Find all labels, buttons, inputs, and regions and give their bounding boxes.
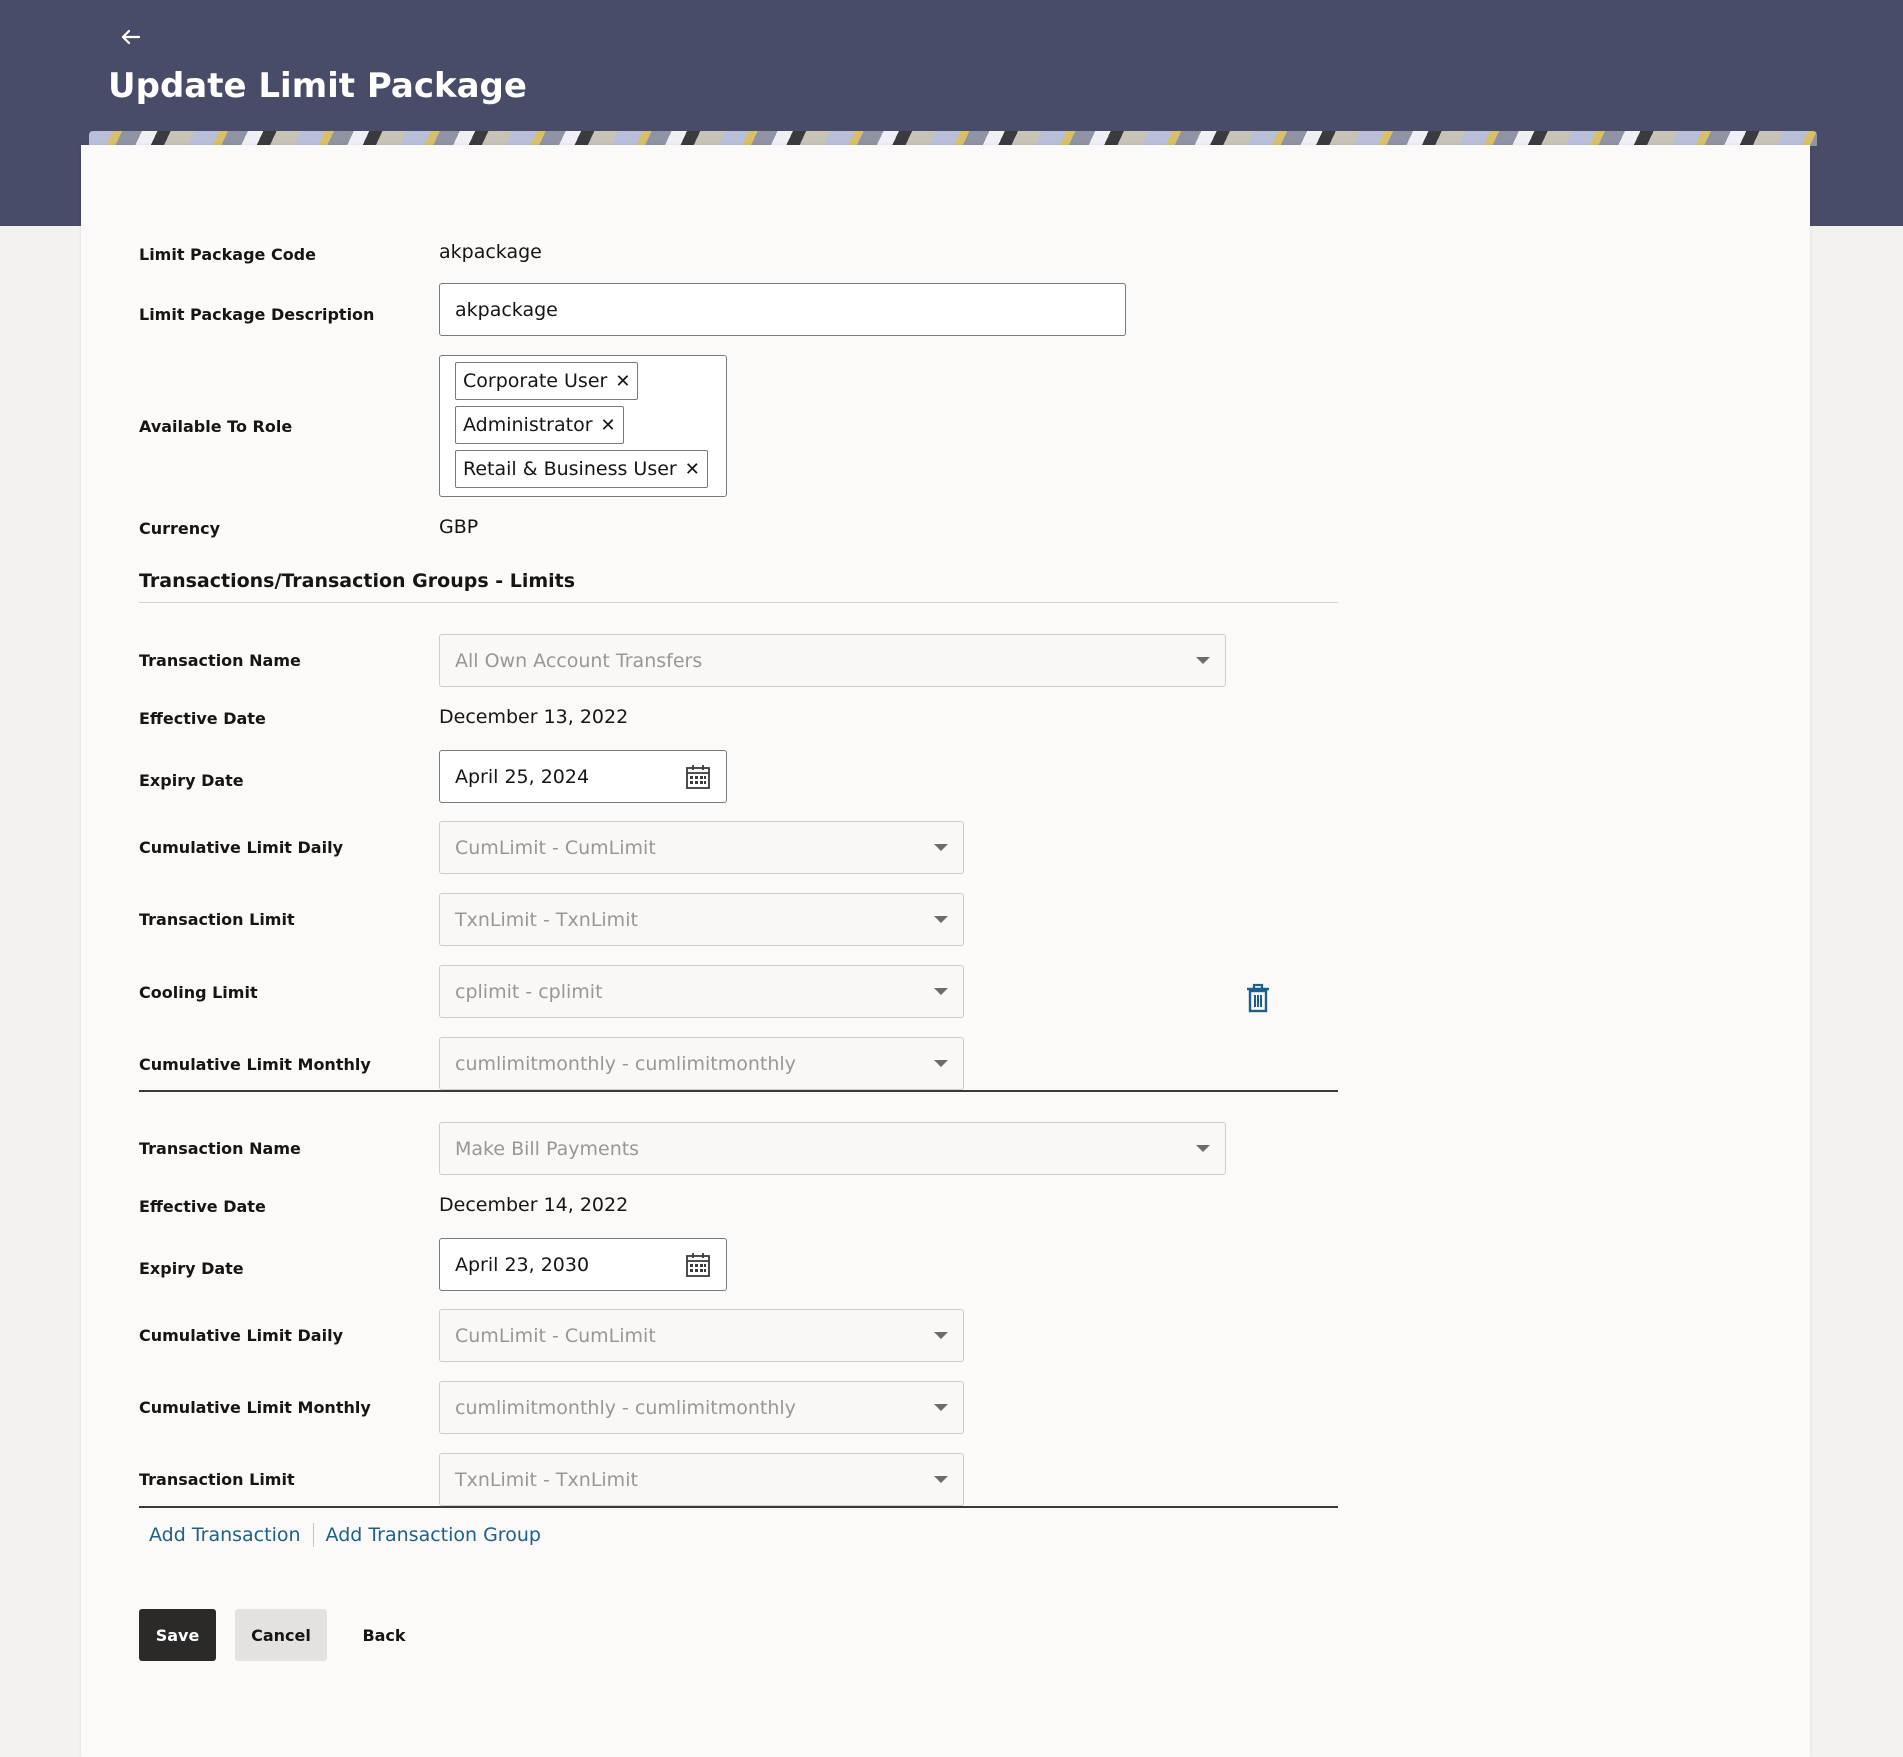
cumulative-limit-daily-select[interactable]: CumLimit - CumLimit [439, 1309, 964, 1362]
cumulative-limit-monthly-label: Cumulative Limit Monthly [139, 1055, 371, 1074]
cumulative-limit-daily-select[interactable]: CumLimit - CumLimit [439, 821, 964, 874]
link-separator [312, 1523, 314, 1547]
transaction-name-value: All Own Account Transfers [455, 649, 703, 672]
form-card [81, 145, 1810, 1757]
add-transaction-group-link[interactable]: Add Transaction Group [326, 1524, 541, 1546]
role-chip: Corporate User ✕ [455, 362, 639, 400]
limit-package-code-label: Limit Package Code [139, 245, 316, 264]
remove-role-icon[interactable]: ✕ [601, 415, 616, 436]
chevron-down-icon [934, 1476, 948, 1483]
effective-date-label: Effective Date [139, 1197, 266, 1216]
expiry-date-label: Expiry Date [139, 1259, 244, 1278]
cumulative-limit-monthly-value: cumlimitmonthly - cumlimitmonthly [455, 1396, 796, 1419]
role-chip-label: Corporate User [463, 370, 608, 392]
transaction-divider [139, 1090, 1338, 1092]
chevron-down-icon [934, 1332, 948, 1339]
expiry-date-value: April 23, 2030 [455, 1253, 590, 1276]
effective-date-label: Effective Date [139, 709, 266, 728]
arrow-left-icon[interactable] [115, 22, 145, 52]
section-title: Transactions/Transaction Groups - Limits [139, 570, 576, 592]
cumulative-limit-daily-value: CumLimit - CumLimit [455, 836, 656, 859]
remove-role-icon[interactable]: ✕ [685, 459, 700, 480]
cooling-limit-value: cplimit - cplimit [455, 980, 603, 1003]
chevron-down-icon [934, 1404, 948, 1411]
transaction-limit-select[interactable]: TxnLimit - TxnLimit [439, 893, 964, 946]
calendar-icon[interactable] [685, 764, 711, 790]
cancel-button[interactable]: Cancel [235, 1609, 327, 1661]
effective-date-value: December 14, 2022 [439, 1194, 629, 1216]
cooling-limit-select[interactable]: cplimit - cplimit [439, 965, 964, 1018]
currency-label: Currency [139, 519, 221, 538]
cumulative-limit-monthly-select[interactable]: cumlimitmonthly - cumlimitmonthly [439, 1381, 964, 1434]
transaction-limit-value: TxnLimit - TxnLimit [455, 908, 638, 931]
cumulative-limit-daily-label: Cumulative Limit Daily [139, 838, 343, 857]
add-transaction-link[interactable]: Add Transaction [149, 1524, 301, 1546]
limit-package-description-label: Limit Package Description [139, 305, 375, 324]
transaction-name-label: Transaction Name [139, 1139, 301, 1158]
transaction-name-select[interactable]: All Own Account Transfers [439, 634, 1226, 687]
currency-value: GBP [439, 516, 479, 538]
effective-date-value: December 13, 2022 [439, 706, 629, 728]
transaction-limit-select[interactable]: TxnLimit - TxnLimit [439, 1453, 964, 1506]
transaction-name-select[interactable]: Make Bill Payments [439, 1122, 1226, 1175]
role-chip: Retail & Business User ✕ [455, 450, 708, 488]
decorative-banner-strip [89, 131, 1817, 146]
cumulative-limit-monthly-label: Cumulative Limit Monthly [139, 1398, 371, 1417]
trash-icon[interactable] [1244, 983, 1272, 1013]
cumulative-limit-monthly-select[interactable]: cumlimitmonthly - cumlimitmonthly [439, 1037, 964, 1090]
transaction-limit-value: TxnLimit - TxnLimit [455, 1468, 638, 1491]
transaction-name-value: Make Bill Payments [455, 1137, 640, 1160]
chevron-down-icon [934, 1060, 948, 1067]
available-to-role-multiselect[interactable]: Corporate User ✕ Administrator ✕ Retail … [439, 355, 727, 497]
expiry-date-input[interactable]: April 23, 2030 [439, 1238, 727, 1291]
cumulative-limit-daily-label: Cumulative Limit Daily [139, 1326, 343, 1345]
transaction-name-label: Transaction Name [139, 651, 301, 670]
role-chip-label: Administrator [463, 414, 593, 436]
chevron-down-icon [934, 844, 948, 851]
expiry-date-input[interactable]: April 25, 2024 [439, 750, 727, 803]
role-chip-label: Retail & Business User [463, 458, 677, 480]
expiry-date-value: April 25, 2024 [455, 765, 590, 788]
section-divider [139, 602, 1338, 603]
limit-package-description-input[interactable]: akpackage [439, 283, 1126, 336]
transaction-divider [139, 1506, 1338, 1508]
expiry-date-label: Expiry Date [139, 771, 244, 790]
page-title: Update Limit Package [108, 66, 527, 106]
role-chip: Administrator ✕ [455, 406, 624, 444]
chevron-down-icon [1196, 1145, 1210, 1152]
limit-package-code-value: akpackage [439, 241, 542, 263]
cumulative-limit-monthly-value: cumlimitmonthly - cumlimitmonthly [455, 1052, 796, 1075]
available-to-role-label: Available To Role [139, 417, 293, 436]
transaction-limit-label: Transaction Limit [139, 1470, 295, 1489]
transaction-limit-label: Transaction Limit [139, 910, 295, 929]
limit-package-description-value: akpackage [455, 298, 558, 321]
back-button[interactable]: Back [349, 1609, 419, 1661]
save-button[interactable]: Save [139, 1609, 216, 1661]
chevron-down-icon [1196, 657, 1210, 664]
chevron-down-icon [934, 988, 948, 995]
add-links: Add Transaction Add Transaction Group [149, 1523, 541, 1547]
remove-role-icon[interactable]: ✕ [615, 371, 630, 392]
cooling-limit-label: Cooling Limit [139, 983, 258, 1002]
chevron-down-icon [934, 916, 948, 923]
calendar-icon[interactable] [685, 1252, 711, 1278]
cumulative-limit-daily-value: CumLimit - CumLimit [455, 1324, 656, 1347]
